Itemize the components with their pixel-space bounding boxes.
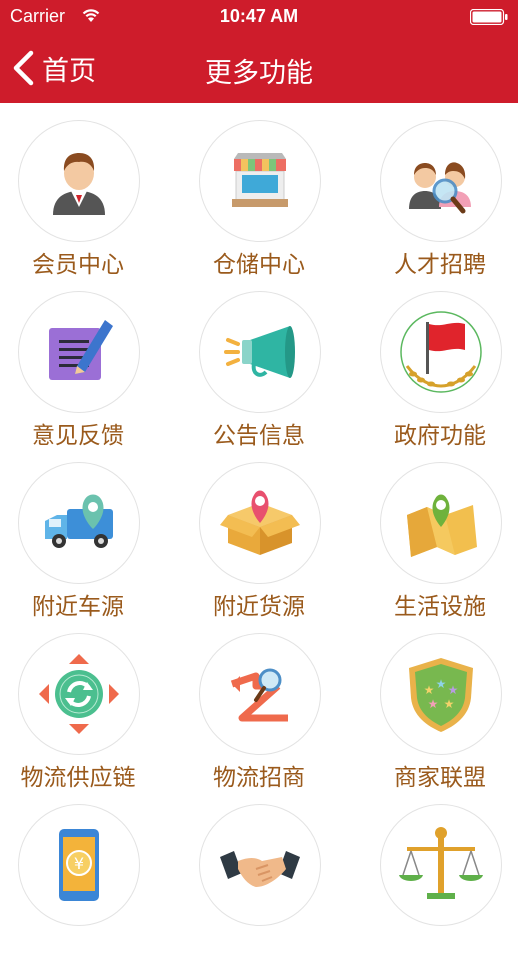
wifi-icon xyxy=(82,9,100,22)
back-button[interactable]: 首页 xyxy=(10,46,96,90)
tile-talent-recruitment[interactable]: 人才招聘 xyxy=(351,103,518,278)
member-avatar-icon xyxy=(53,153,105,215)
tile-circle xyxy=(199,120,321,242)
back-label: 首页 xyxy=(42,55,96,87)
tile-merchant-alliance[interactable]: ★ ★ ★ ★ ★ 商家联盟 xyxy=(351,616,518,791)
tile-government[interactable]: 政府功能 xyxy=(351,274,518,449)
cycle-diamond-icon xyxy=(39,654,119,734)
tile-logistics-supply-chain[interactable]: 物流供应链 xyxy=(0,616,169,791)
tile-circle xyxy=(380,462,502,584)
status-bar: Carrier 10:47 AM xyxy=(0,0,518,34)
tile-member-center[interactable]: 会员中心 xyxy=(0,103,169,278)
tile-circle xyxy=(380,120,502,242)
handshake-icon xyxy=(220,851,300,887)
tile-nearby-vehicles[interactable]: 附近车源 xyxy=(0,445,169,620)
tile-circle xyxy=(199,462,321,584)
tile-legal[interactable] xyxy=(351,787,518,957)
chevron-left-icon xyxy=(13,50,34,86)
tile-warehouse-center[interactable]: 仓储中心 xyxy=(170,103,350,278)
nav-bar: 首页 更多功能 xyxy=(0,34,518,103)
tile-logistics-investment[interactable]: 物流招商 xyxy=(170,616,350,791)
tile-circle: ★ ★ ★ ★ ★ xyxy=(380,633,502,755)
tile-circle xyxy=(199,804,321,926)
tile-circle: ¥ xyxy=(18,804,140,926)
status-time: 10:47 AM xyxy=(219,6,299,26)
header-bar: Carrier 10:47 AM 首页 更多功能 xyxy=(0,0,518,103)
map-pin-icon xyxy=(407,494,477,557)
megaphone-icon xyxy=(224,326,295,378)
tile-circle xyxy=(18,633,140,755)
box-location-icon xyxy=(220,490,300,555)
svg-text:★: ★ xyxy=(436,677,447,691)
svg-text:¥: ¥ xyxy=(74,854,84,873)
tile-circle xyxy=(380,291,502,413)
svg-text:★: ★ xyxy=(444,697,455,711)
tile-feedback[interactable]: 意见反馈 xyxy=(0,274,169,449)
truck-location-icon xyxy=(45,494,113,548)
tile-circle xyxy=(380,804,502,926)
tile-circle xyxy=(199,291,321,413)
storefront-icon xyxy=(232,153,288,207)
z-magnifier-icon xyxy=(230,668,288,722)
recruit-magnifier-icon xyxy=(409,162,471,214)
tile-circle xyxy=(18,120,140,242)
tile-announcements[interactable]: 公告信息 xyxy=(170,274,350,449)
phone-yuan-icon: ¥ xyxy=(59,829,99,901)
svg-text:★: ★ xyxy=(448,683,459,697)
shield-stars-icon: ★ ★ ★ ★ ★ xyxy=(409,658,473,732)
tile-circle xyxy=(199,633,321,755)
scales-icon xyxy=(399,827,483,899)
battery-icon xyxy=(470,9,508,25)
carrier-label: Carrier xyxy=(10,6,66,26)
tile-circle xyxy=(18,291,140,413)
feedback-pencil-icon xyxy=(49,320,113,380)
tile-payment[interactable]: ¥ xyxy=(0,787,169,957)
red-flag-laurel-icon xyxy=(400,311,482,393)
tile-circle xyxy=(18,462,140,584)
tile-cooperation[interactable] xyxy=(170,787,350,957)
feature-grid: 会员中心 仓储中心 人才招聘 意见反馈 公告信息 政府功能 附近车源 附近货源 … xyxy=(0,103,518,926)
tile-living-facilities[interactable]: 生活设施 xyxy=(351,445,518,620)
tile-nearby-goods[interactable]: 附近货源 xyxy=(170,445,350,620)
svg-text:★: ★ xyxy=(428,697,439,711)
svg-text:★: ★ xyxy=(424,683,435,697)
